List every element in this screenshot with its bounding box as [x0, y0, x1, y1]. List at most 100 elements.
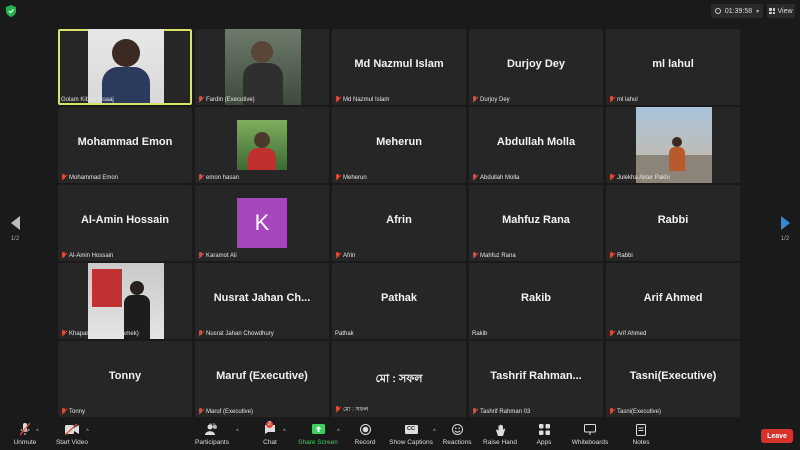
notes-label: Notes	[632, 439, 650, 446]
participant-name-text: Md Nazmul Islam	[343, 96, 390, 103]
mic-muted-icon	[335, 252, 341, 259]
show-captions-label: Show Captions	[389, 439, 433, 446]
participant-name-text: Tashrif Rahman 03	[480, 408, 531, 415]
mic-muted-icon	[198, 252, 204, 259]
meeting-timer[interactable]: 01:39:58 ▾	[711, 4, 763, 18]
mic-muted-icon	[472, 96, 478, 103]
mic-muted-icon	[61, 408, 67, 415]
participant-name-text: Nusrat Jahan Chowdhury	[206, 330, 274, 337]
participant-name-label: Arif Ahmed	[609, 330, 646, 337]
participant-video	[225, 29, 301, 105]
participant-tile[interactable]: Fardin (Executive)	[195, 29, 329, 105]
participant-name-text: Tasni(Executive)	[617, 408, 662, 415]
participant-name-label: Durjoy Dey	[472, 96, 510, 103]
participant-display-name: মো : সফল	[375, 373, 423, 385]
raise-hand-button[interactable]: Raise Hand	[482, 423, 518, 446]
notes-icon	[636, 423, 646, 436]
participant-video	[88, 263, 164, 339]
start-video-button[interactable]: Start Video	[54, 423, 90, 446]
participant-tile[interactable]: Julekha Akter Pakhi	[606, 107, 740, 183]
mic-muted-icon	[61, 252, 67, 259]
participant-tile[interactable]: Pathak Pathak	[332, 263, 466, 339]
record-label: Record	[354, 439, 376, 446]
participant-name-label: Afrin	[335, 252, 355, 259]
participant-display-name: Mohammad Emon	[77, 136, 173, 148]
page-indicator-left: 1/2	[10, 236, 20, 242]
mic-muted-icon	[609, 408, 615, 415]
participant-tile[interactable]: ml lahul ml lahul	[606, 29, 740, 105]
participant-tile[interactable]: Afrin Afrin	[332, 185, 466, 261]
reactions-label: Reactions	[442, 439, 472, 446]
notes-button[interactable]: Notes	[628, 423, 654, 446]
participant-tile[interactable]: Abdullah Molla Abdullah Molla	[469, 107, 603, 183]
participant-tile[interactable]: emon hasan	[195, 107, 329, 183]
participant-tile[interactable]: Durjoy Dey Durjoy Dey	[469, 29, 603, 105]
participant-name-label: Md Nazmul Islam	[335, 96, 389, 103]
mic-muted-icon	[198, 330, 204, 337]
participant-tile[interactable]: Mohammad Emon Mohammad Emon	[58, 107, 192, 183]
participant-name-label: Maruf (Executive)	[198, 408, 253, 415]
meeting-timer-text: 01:39:58	[724, 7, 753, 15]
chevron-up-icon: ^	[86, 429, 89, 435]
whiteboards-label: Whiteboards	[571, 439, 609, 446]
participant-tile[interactable]: Md Nazmul Islam Md Nazmul Islam	[332, 29, 466, 105]
participant-tile[interactable]: Tasni(Executive) Tasni(Executive)	[606, 341, 740, 417]
whiteboards-button[interactable]: Whiteboards	[570, 423, 610, 446]
participant-tile[interactable]: Khapang Tipperas (Amek)	[58, 263, 192, 339]
mic-muted-icon	[609, 330, 615, 337]
mic-muted-icon	[472, 252, 478, 259]
clock-icon	[714, 8, 721, 14]
participant-name-text: Tonny	[69, 408, 86, 415]
mic-muted-icon	[335, 406, 341, 413]
share-screen-button[interactable]: Share Screen	[298, 423, 338, 446]
share-screen-icon	[311, 424, 325, 434]
participant-display-name: Abdullah Molla	[496, 136, 576, 148]
participant-tile[interactable]: Golam Kibria Moaaj	[58, 29, 192, 105]
record-button[interactable]: Record	[352, 423, 378, 446]
participant-name-text: ml lahul	[617, 96, 638, 103]
top-bar: 01:39:58 ▾ View	[0, 0, 800, 22]
show-captions-button[interactable]: CC Show Captions	[388, 423, 434, 446]
chat-button[interactable]: 2 Chat	[258, 421, 282, 446]
participant-grid: Golam Kibria Moaaj Fardin (Executive) Md N…	[58, 29, 741, 417]
view-button[interactable]: View	[767, 4, 795, 18]
participant-tile[interactable]: Al-Amin Hossain Al-Amin Hossain	[58, 185, 192, 261]
previous-page-button[interactable]: 1/2	[3, 216, 27, 242]
participant-tile[interactable]: Maruf (Executive) Maruf (Executive)	[195, 341, 329, 417]
participant-tile[interactable]: Rabbi Rabbi	[606, 185, 740, 261]
participant-name-text: Julekha Akter Pakhi	[617, 174, 670, 181]
participant-tile[interactable]: Nusrat Jahan Ch... Nusrat Jahan Chowdhury	[195, 263, 329, 339]
participant-display-name: ml lahul	[652, 58, 694, 70]
participant-tile[interactable]: Tonny Tonny	[58, 341, 192, 417]
mic-muted-icon	[198, 174, 204, 181]
participant-tile[interactable]: Tashrif Rahman... Tashrif Rahman 03	[469, 341, 603, 417]
participant-name-text: Meherun	[343, 174, 367, 181]
chevron-down-icon: ▾	[756, 8, 760, 15]
security-shield-icon[interactable]	[6, 5, 16, 17]
participant-display-name: Md Nazmul Islam	[354, 58, 444, 70]
participant-name-label: Nusrat Jahan Chowdhury	[198, 330, 274, 337]
participant-name-text: Afrin	[343, 252, 356, 259]
participant-tile[interactable]: Mahfuz Rana Mahfuz Rana	[469, 185, 603, 261]
raise-hand-label: Raise Hand	[483, 439, 517, 446]
participant-name-text: emon hasan	[206, 174, 240, 181]
unmute-label: Unmute	[13, 439, 37, 446]
participant-video	[237, 120, 287, 170]
apps-icon	[538, 424, 550, 435]
participant-name-label: Karamot Ali	[198, 252, 237, 259]
participant-tile[interactable]: Arif Ahmed Arif Ahmed	[606, 263, 740, 339]
start-video-label: Start Video	[55, 439, 89, 446]
participant-tile[interactable]: Meherun Meherun	[332, 107, 466, 183]
apps-button[interactable]: Apps	[532, 423, 556, 446]
mic-muted-icon	[20, 423, 30, 436]
participants-button[interactable]: 28 Participants	[194, 423, 230, 446]
participant-tile[interactable]: Rakib Rakib	[469, 263, 603, 339]
participant-tile[interactable]: মো : সফল মো : সফল	[332, 341, 466, 417]
participant-tile[interactable]: K Karamot Ali	[195, 185, 329, 261]
leave-button[interactable]: Leave	[761, 429, 793, 443]
participant-display-name: Pathak	[380, 292, 418, 304]
participant-video	[636, 107, 712, 183]
meeting-toolbar: Unmute ^ Start Video ^ 28 Participants ^	[0, 420, 800, 450]
next-page-button[interactable]: 1/2	[773, 216, 797, 242]
reactions-button[interactable]: Reactions	[442, 423, 472, 446]
